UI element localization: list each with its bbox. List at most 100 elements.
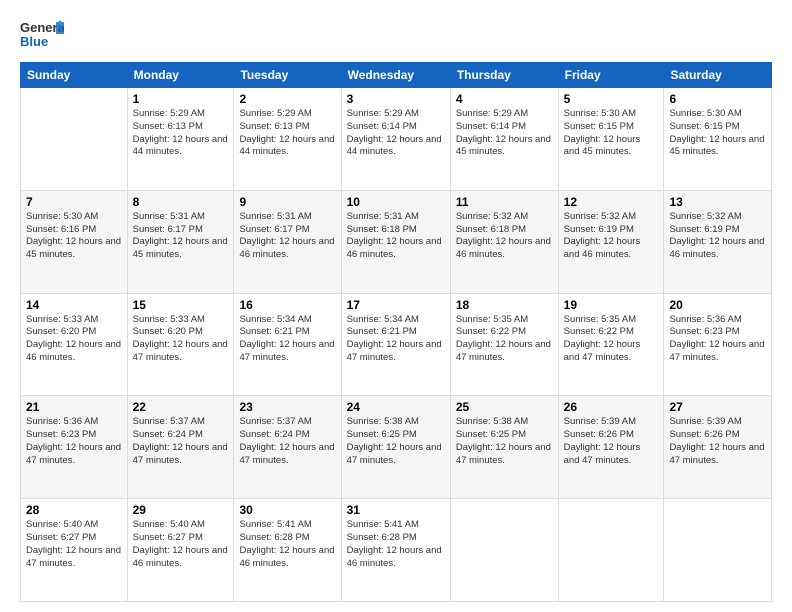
day-cell xyxy=(450,499,558,602)
day-number: 11 xyxy=(456,195,553,209)
day-cell: 23 Sunrise: 5:37 AMSunset: 6:24 PMDayligh… xyxy=(234,396,341,499)
week-row-4: 21Sunrise: 5:36 AMSunset: 6:23 PMDayligh… xyxy=(21,396,772,499)
day-cell: 27Sunrise: 5:39 AMSunset: 6:26 PMDayligh… xyxy=(664,396,772,499)
day-number: 1 xyxy=(133,92,229,106)
weekday-thursday: Thursday xyxy=(450,63,558,88)
day-cell: 20 Sunrise: 5:36 AMSunset: 6:23 PMDayligh… xyxy=(664,293,772,396)
day-cell: 8 Sunrise: 5:31 AMSunset: 6:17 PMDaylight… xyxy=(127,190,234,293)
day-number: 25 xyxy=(456,400,553,414)
day-number: 28 xyxy=(26,503,122,517)
day-info: Sunrise: 5:38 AMSunset: 6:25 PMDaylight:… xyxy=(347,416,445,467)
day-number: 20 xyxy=(669,298,766,312)
day-number: 24 xyxy=(347,400,445,414)
day-info: Sunrise: 5:30 AMSunset: 6:15 PMDaylight:… xyxy=(564,108,659,159)
day-cell: 16 Sunrise: 5:34 AMSunset: 6:21 PMDayligh… xyxy=(234,293,341,396)
day-number: 29 xyxy=(133,503,229,517)
day-info: Sunrise: 5:39 AMSunset: 6:26 PMDaylight:… xyxy=(669,416,766,467)
day-number: 13 xyxy=(669,195,766,209)
svg-text:Blue: Blue xyxy=(20,34,48,49)
day-info: Sunrise: 5:35 AMSunset: 6:22 PMDaylight:… xyxy=(456,314,553,365)
day-info: Sunrise: 5:33 AMSunset: 6:20 PMDaylight:… xyxy=(26,314,122,365)
day-cell: 7Sunrise: 5:30 AMSunset: 6:16 PMDaylight… xyxy=(21,190,128,293)
day-number: 26 xyxy=(564,400,659,414)
day-cell: 22 Sunrise: 5:37 AMSunset: 6:24 PMDayligh… xyxy=(127,396,234,499)
day-number: 19 xyxy=(564,298,659,312)
weekday-wednesday: Wednesday xyxy=(341,63,450,88)
day-cell: 14Sunrise: 5:33 AMSunset: 6:20 PMDayligh… xyxy=(21,293,128,396)
day-cell xyxy=(558,499,664,602)
day-info: Sunrise: 5:35 AMSunset: 6:22 PMDaylight:… xyxy=(564,314,659,365)
day-info: Sunrise: 5:34 AMSunset: 6:21 PMDaylight:… xyxy=(347,314,445,365)
weekday-saturday: Saturday xyxy=(664,63,772,88)
day-cell: 30Sunrise: 5:41 AMSunset: 6:28 PMDayligh… xyxy=(234,499,341,602)
week-row-5: 28 Sunrise: 5:40 AMSunset: 6:27 PMDayligh… xyxy=(21,499,772,602)
day-info: Sunrise: 5:29 AMSunset: 6:13 PMDaylight:… xyxy=(133,108,229,159)
day-info: Sunrise: 5:33 AMSunset: 6:20 PMDaylight:… xyxy=(133,314,229,365)
day-number: 17 xyxy=(347,298,445,312)
day-info: Sunrise: 5:31 AMSunset: 6:17 PMDaylight:… xyxy=(133,211,229,262)
day-number: 4 xyxy=(456,92,553,106)
day-info: Sunrise: 5:41 AMSunset: 6:28 PMDaylight:… xyxy=(347,519,445,570)
week-row-1: 1 Sunrise: 5:29 AMSunset: 6:13 PMDaylight… xyxy=(21,88,772,191)
day-cell: 1 Sunrise: 5:29 AMSunset: 6:13 PMDaylight… xyxy=(127,88,234,191)
day-info: Sunrise: 5:32 AMSunset: 6:19 PMDaylight:… xyxy=(669,211,766,262)
day-cell: 4 Sunrise: 5:29 AMSunset: 6:14 PMDaylight… xyxy=(450,88,558,191)
day-number: 5 xyxy=(564,92,659,106)
day-info: Sunrise: 5:30 AMSunset: 6:15 PMDaylight:… xyxy=(669,108,766,159)
weekday-header-row: SundayMondayTuesdayWednesdayThursdayFrid… xyxy=(21,63,772,88)
day-cell: 25 Sunrise: 5:38 AMSunset: 6:25 PMDayligh… xyxy=(450,396,558,499)
day-info: Sunrise: 5:32 AMSunset: 6:19 PMDaylight:… xyxy=(564,211,659,262)
day-number: 23 xyxy=(239,400,335,414)
day-info: Sunrise: 5:41 AMSunset: 6:28 PMDaylight:… xyxy=(239,519,335,570)
day-info: Sunrise: 5:37 AMSunset: 6:24 PMDaylight:… xyxy=(133,416,229,467)
day-number: 22 xyxy=(133,400,229,414)
day-info: Sunrise: 5:40 AMSunset: 6:27 PMDaylight:… xyxy=(133,519,229,570)
day-info: Sunrise: 5:29 AMSunset: 6:13 PMDaylight:… xyxy=(239,108,335,159)
day-cell: 13 Sunrise: 5:32 AMSunset: 6:19 PMDayligh… xyxy=(664,190,772,293)
weekday-friday: Friday xyxy=(558,63,664,88)
day-cell: 6 Sunrise: 5:30 AMSunset: 6:15 PMDaylight… xyxy=(664,88,772,191)
day-info: Sunrise: 5:31 AMSunset: 6:17 PMDaylight:… xyxy=(239,211,335,262)
day-info: Sunrise: 5:38 AMSunset: 6:25 PMDaylight:… xyxy=(456,416,553,467)
day-number: 16 xyxy=(239,298,335,312)
day-cell: 2 Sunrise: 5:29 AMSunset: 6:13 PMDaylight… xyxy=(234,88,341,191)
day-number: 6 xyxy=(669,92,766,106)
day-cell xyxy=(664,499,772,602)
header: General Blue xyxy=(20,18,772,54)
day-info: Sunrise: 5:29 AMSunset: 6:14 PMDaylight:… xyxy=(347,108,445,159)
logo: General Blue xyxy=(20,18,64,54)
logo-icon: General Blue xyxy=(20,18,64,54)
week-row-2: 7Sunrise: 5:30 AMSunset: 6:16 PMDaylight… xyxy=(21,190,772,293)
day-cell xyxy=(21,88,128,191)
day-info: Sunrise: 5:32 AMSunset: 6:18 PMDaylight:… xyxy=(456,211,553,262)
day-number: 31 xyxy=(347,503,445,517)
weekday-sunday: Sunday xyxy=(21,63,128,88)
day-info: Sunrise: 5:40 AMSunset: 6:27 PMDaylight:… xyxy=(26,519,122,570)
day-cell: 18 Sunrise: 5:35 AMSunset: 6:22 PMDayligh… xyxy=(450,293,558,396)
day-number: 15 xyxy=(133,298,229,312)
day-cell: 3Sunrise: 5:29 AMSunset: 6:14 PMDaylight… xyxy=(341,88,450,191)
weekday-monday: Monday xyxy=(127,63,234,88)
day-cell: 5 Sunrise: 5:30 AMSunset: 6:15 PMDaylight… xyxy=(558,88,664,191)
day-number: 9 xyxy=(239,195,335,209)
day-number: 7 xyxy=(26,195,122,209)
day-number: 2 xyxy=(239,92,335,106)
day-cell: 15 Sunrise: 5:33 AMSunset: 6:20 PMDayligh… xyxy=(127,293,234,396)
day-info: Sunrise: 5:29 AMSunset: 6:14 PMDaylight:… xyxy=(456,108,553,159)
day-cell: 11 Sunrise: 5:32 AMSunset: 6:18 PMDayligh… xyxy=(450,190,558,293)
week-row-3: 14Sunrise: 5:33 AMSunset: 6:20 PMDayligh… xyxy=(21,293,772,396)
day-number: 21 xyxy=(26,400,122,414)
day-info: Sunrise: 5:34 AMSunset: 6:21 PMDaylight:… xyxy=(239,314,335,365)
day-number: 10 xyxy=(347,195,445,209)
day-info: Sunrise: 5:37 AMSunset: 6:24 PMDaylight:… xyxy=(239,416,335,467)
page: General Blue SundayMondayTuesdayWednesda… xyxy=(0,0,792,612)
day-info: Sunrise: 5:31 AMSunset: 6:18 PMDaylight:… xyxy=(347,211,445,262)
weekday-tuesday: Tuesday xyxy=(234,63,341,88)
day-cell: 19 Sunrise: 5:35 AMSunset: 6:22 PMDayligh… xyxy=(558,293,664,396)
day-cell: 10 Sunrise: 5:31 AMSunset: 6:18 PMDayligh… xyxy=(341,190,450,293)
day-info: Sunrise: 5:36 AMSunset: 6:23 PMDaylight:… xyxy=(669,314,766,365)
day-number: 18 xyxy=(456,298,553,312)
day-cell: 29 Sunrise: 5:40 AMSunset: 6:27 PMDayligh… xyxy=(127,499,234,602)
day-number: 8 xyxy=(133,195,229,209)
day-cell: 21Sunrise: 5:36 AMSunset: 6:23 PMDayligh… xyxy=(21,396,128,499)
